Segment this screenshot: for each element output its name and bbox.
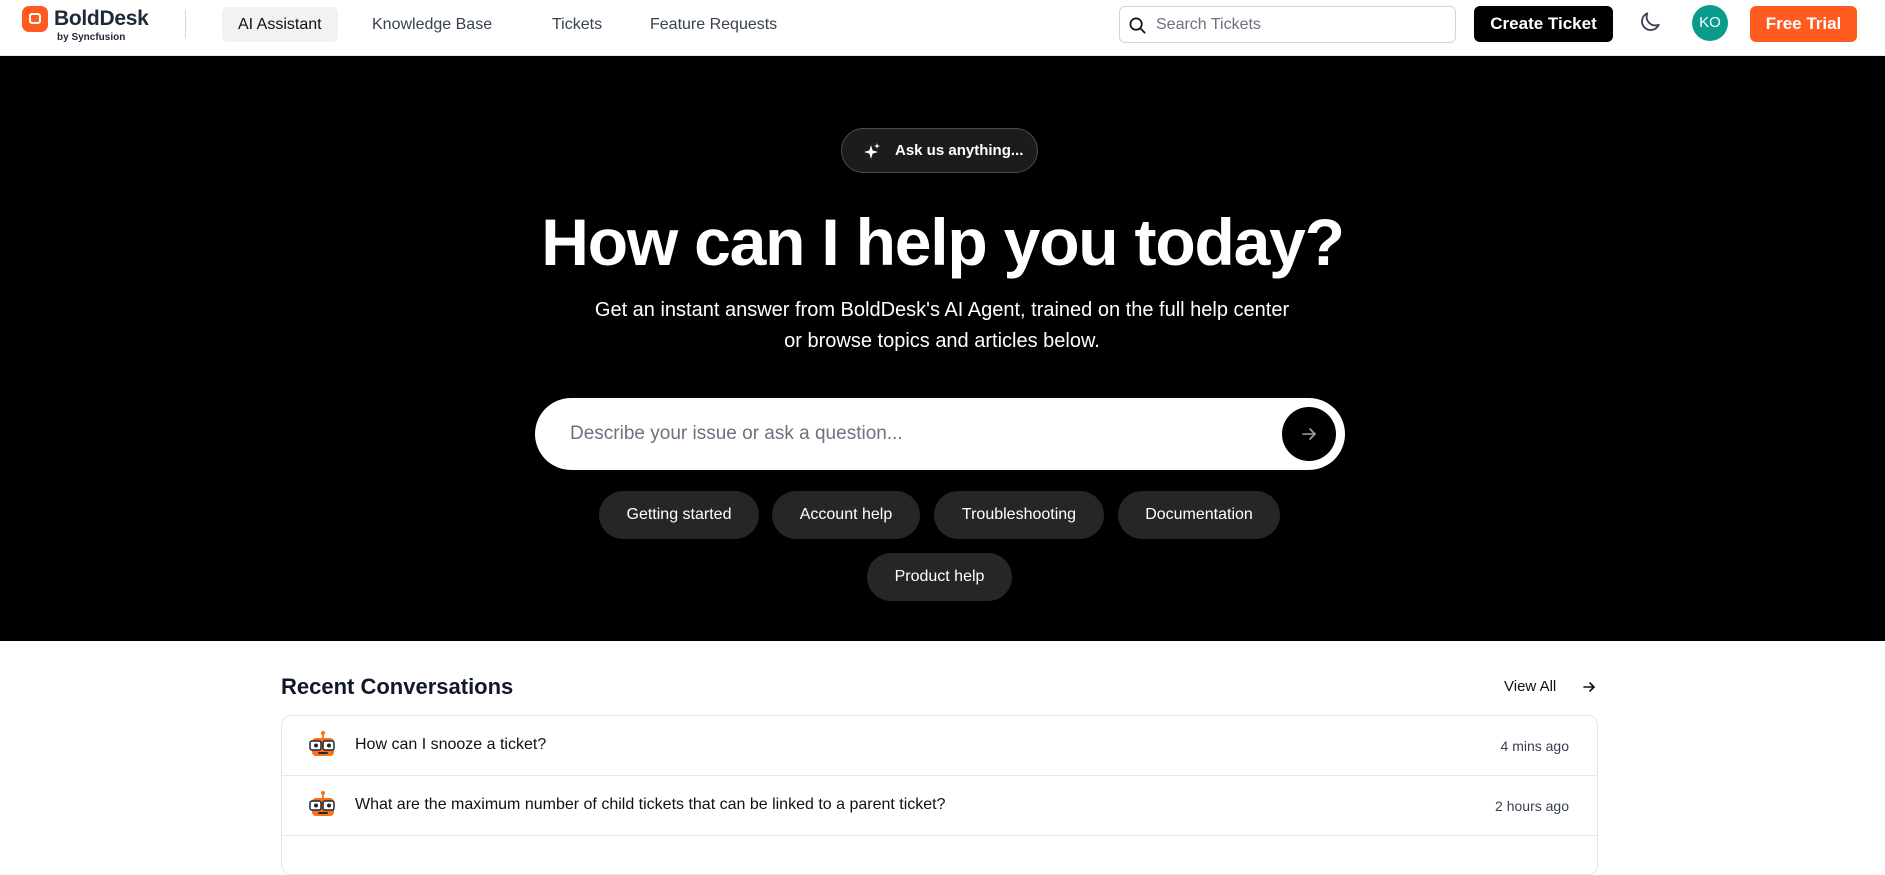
conversation-question: How can I snooze a ticket?	[355, 736, 547, 753]
hero-subtitle-line-1: Get an instant answer from BoldDesk's AI…	[594, 299, 1290, 321]
view-all-link[interactable]: View All	[1504, 675, 1596, 699]
search-icon	[1129, 17, 1146, 34]
create-ticket-button[interactable]: Create Ticket	[1474, 6, 1613, 42]
search-tickets-box[interactable]	[1119, 6, 1456, 43]
nav-knowledge-base[interactable]: Knowledge Base	[356, 7, 508, 42]
ask-us-label: Ask us anything...	[895, 142, 1024, 159]
conversation-row[interactable]: What are the maximum number of child tic…	[282, 776, 1597, 836]
sparkle-icon	[864, 143, 880, 159]
nav-ai-assistant[interactable]: AI Assistant	[222, 7, 338, 42]
user-avatar[interactable]: KO	[1692, 5, 1728, 41]
chip-documentation[interactable]: Documentation	[1118, 491, 1280, 539]
bolddesk-logo[interactable]: BoldDesk by Syncfusion	[22, 6, 172, 48]
nav-tickets[interactable]: Tickets	[536, 7, 618, 42]
ai-bot-icon	[309, 731, 335, 756]
chip-product-help[interactable]: Product help	[867, 553, 1012, 601]
ai-bot-icon	[309, 791, 335, 816]
conversation-question: What are the maximum number of child tic…	[355, 796, 946, 813]
hero-section: Ask us anything... How can I help you to…	[0, 56, 1885, 641]
hero-subtitle-line-2: or browse topics and articles below.	[784, 330, 1100, 352]
dark-mode-moon-icon[interactable]	[1637, 9, 1663, 35]
hero-title: How can I help you today?	[541, 205, 1345, 279]
chip-troubleshooting[interactable]: Troubleshooting	[934, 491, 1104, 539]
recent-conversations-list: How can I snooze a ticket? 4 mins ago Wh…	[281, 715, 1598, 875]
arrow-right-icon	[1302, 428, 1317, 440]
ask-question-box[interactable]	[535, 398, 1345, 470]
view-all-label: View All	[1504, 678, 1557, 695]
conversation-time: 4 mins ago	[1500, 738, 1569, 754]
ask-question-input[interactable]	[570, 398, 1250, 470]
chip-account-help[interactable]: Account help	[772, 491, 920, 539]
search-input[interactable]	[1156, 7, 1446, 42]
nav-feature-requests[interactable]: Feature Requests	[634, 7, 793, 42]
ask-us-pill: Ask us anything...	[841, 128, 1038, 173]
free-trial-button[interactable]: Free Trial	[1750, 6, 1857, 42]
brand-sub: by Syncfusion	[57, 32, 126, 43]
logo-mark-icon	[22, 6, 48, 32]
arrow-right-icon	[1583, 682, 1596, 692]
brand-name: BoldDesk	[54, 7, 149, 30]
top-header: BoldDesk by Syncfusion AI Assistant Know…	[0, 0, 1885, 56]
send-button[interactable]	[1282, 407, 1336, 461]
header-divider	[185, 10, 186, 38]
conversation-row[interactable]: How can I snooze a ticket? 4 mins ago	[282, 716, 1597, 776]
hero-subtitle: Get an instant answer from BoldDesk's AI…	[542, 295, 1342, 357]
chip-getting-started[interactable]: Getting started	[599, 491, 759, 539]
conversation-time: 2 hours ago	[1495, 798, 1569, 814]
recent-conversations-title: Recent Conversations	[281, 674, 514, 699]
